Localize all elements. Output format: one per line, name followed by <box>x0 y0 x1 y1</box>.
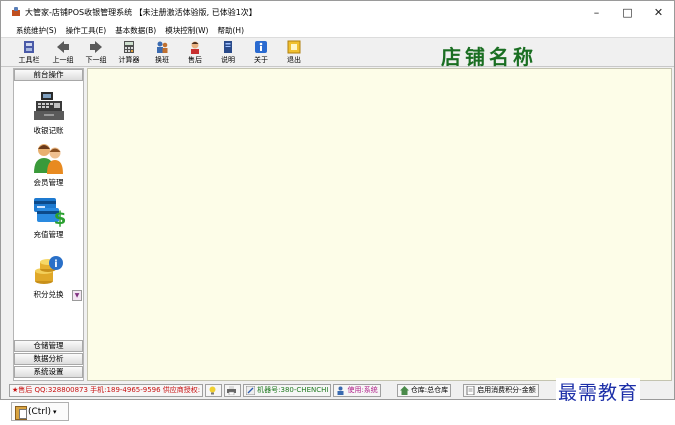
status-contact-text: ★售后 QQ:328800873 手机:189-4965-9596 供应商授权: <box>12 386 201 394</box>
svg-text:$: $ <box>53 208 65 227</box>
panel-scroll-down-button[interactable]: ▼ <box>72 290 82 301</box>
toolbar-button-exit[interactable]: 退出 <box>279 39 309 66</box>
svg-text:i: i <box>54 259 57 270</box>
arrow-right-icon <box>89 40 103 54</box>
status-warehouse-text: 仓库:总仓库 <box>410 386 449 394</box>
toolbar-button-prev-group[interactable]: 上一组 <box>48 39 78 66</box>
toolbar-button-next-group[interactable]: 下一组 <box>81 39 111 66</box>
toolbar-button-shift-change[interactable]: 换班 <box>147 39 177 66</box>
clipboard-icon <box>15 405 27 420</box>
after-sales-icon <box>188 40 202 54</box>
toolbar-button-calculator[interactable]: 计算器 <box>114 39 144 66</box>
status-points: 启用消费积分-金额 <box>463 383 539 397</box>
toolbar-button-about[interactable]: 关于 <box>246 39 276 66</box>
edit-icon <box>245 385 256 395</box>
watermark-text: 最需教育 <box>556 378 641 405</box>
nav-recharge-management[interactable]: $ 充值管理 <box>14 193 83 240</box>
status-contact: ★售后 QQ:328800873 手机:189-4965-9596 供应商授权: <box>9 383 204 397</box>
cash-register-icon <box>32 89 66 123</box>
status-warehouse: 仓库:总仓库 <box>396 383 452 397</box>
panel-group-system-settings[interactable]: 系统设置 <box>14 366 83 378</box>
manual-icon <box>221 40 235 54</box>
nav-cash-register[interactable]: 收银记账 <box>14 89 83 136</box>
paste-options-label: (Ctrl) <box>28 406 52 417</box>
main-workspace <box>87 68 672 381</box>
panel-group-warehouse[interactable]: 仓储管理 <box>14 340 83 352</box>
status-machine: 机器号:380-CHENCHI <box>243 383 332 397</box>
toolbar-button-toolbar[interactable]: 工具栏 <box>14 39 44 66</box>
points-coins-icon: i <box>32 253 66 287</box>
exit-icon <box>287 40 301 54</box>
store-name-banner: 店铺名称 <box>441 45 537 69</box>
maximize-button[interactable]: □ <box>612 1 643 23</box>
window-controls: – □ ✕ <box>581 1 674 23</box>
calculator-icon <box>122 40 136 54</box>
printer-icon <box>227 385 237 395</box>
menu-bar: 系统维护(S) 操作工具(E) 基本数据(B) 模块控制(W) 帮助(H) <box>1 23 674 37</box>
nav-member-management[interactable]: 会员管理 <box>14 141 83 188</box>
status-points-text: 启用消费积分-金额 <box>477 386 536 394</box>
toolbar: 工具栏 上一组 下一组 计算器 换班 售后 说明 关于 退出 <box>1 37 674 67</box>
status-tip <box>205 383 223 397</box>
panel-items: 收银记账 会员管理 $ 充值管理 i 积分兑换 ▼ <box>14 81 83 337</box>
user-icon <box>336 386 345 395</box>
toolbar-button-manual[interactable]: 说明 <box>213 39 243 66</box>
menu-help[interactable]: 帮助(H) <box>218 25 245 36</box>
toolbar-button-after-sales[interactable]: 售后 <box>180 39 210 66</box>
minimize-button[interactable]: – <box>581 1 612 23</box>
chevron-down-icon: ▾ <box>53 407 57 416</box>
menu-operation-tools[interactable]: 操作工具(E) <box>66 25 107 36</box>
window-title: 大管家-店铺POS收银管理系统 【未注册激活体验版, 已体验1次】 <box>25 7 257 17</box>
panel-group-front-desk[interactable]: 前台操作 <box>14 69 83 81</box>
left-nav-panel: 前台操作 收银记账 会员管理 $ 充值管理 i 积分兑换 ▼ 仓储管理 数据分析… <box>13 68 84 381</box>
arrow-left-icon <box>56 40 70 54</box>
title-bar: 大管家-店铺POS收银管理系统 【未注册激活体验版, 已体验1次】 – □ ✕ <box>1 1 674 23</box>
document-icon <box>466 385 475 395</box>
home-icon <box>399 385 409 395</box>
status-printer <box>224 383 242 397</box>
status-user-text: 使用:系统 <box>347 386 378 394</box>
app-window: 大管家-店铺POS收银管理系统 【未注册激活体验版, 已体验1次】 – □ ✕ … <box>0 0 675 400</box>
close-button[interactable]: ✕ <box>643 1 674 23</box>
menu-basic-data[interactable]: 基本数据(B) <box>115 25 156 36</box>
status-user: 使用:系统 <box>333 383 381 397</box>
lightbulb-icon <box>208 386 217 395</box>
menu-module-control[interactable]: 模块控制(W) <box>165 25 208 36</box>
menu-system-maintenance[interactable]: 系统维护(S) <box>16 25 57 36</box>
shift-change-icon <box>155 40 169 54</box>
app-logo-icon <box>11 7 21 17</box>
toolbar-icon <box>22 40 36 54</box>
panel-group-data-analysis[interactable]: 数据分析 <box>14 353 83 365</box>
paste-options-button[interactable]: (Ctrl) ▾ <box>11 402 69 421</box>
status-machine-text: 机器号:380-CHENCHI <box>257 386 329 394</box>
about-icon <box>254 40 268 54</box>
recharge-card-icon: $ <box>32 193 66 229</box>
members-icon <box>32 141 66 175</box>
